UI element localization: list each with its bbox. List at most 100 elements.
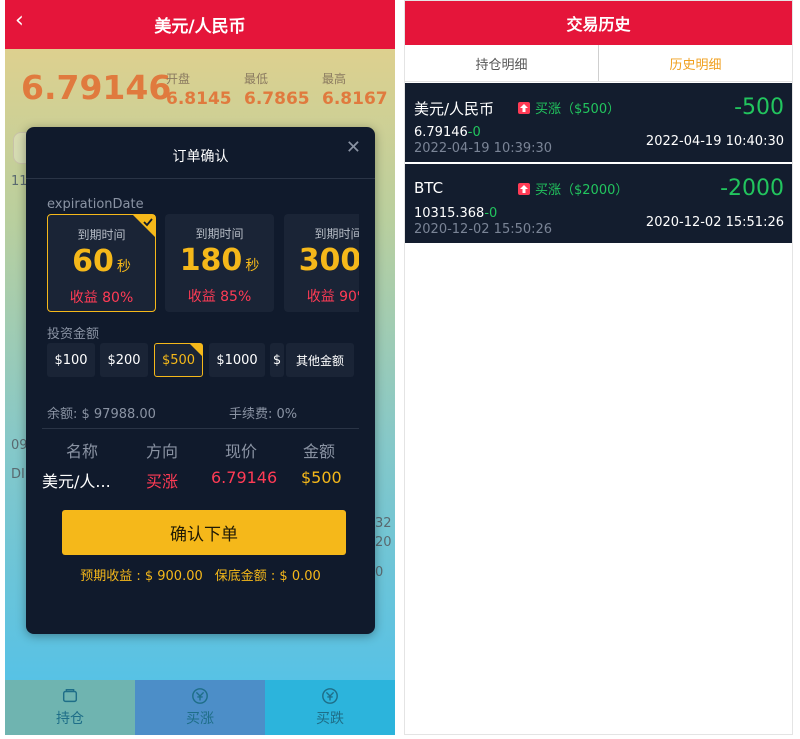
- tab-buy-up[interactable]: 买涨: [135, 680, 265, 735]
- card-seconds: 180: [179, 243, 243, 278]
- order-direction: 买涨: [146, 472, 179, 491]
- record-pnl: -500: [734, 95, 784, 120]
- record-symbol: BTC: [414, 179, 444, 197]
- record-direction: 买涨（$2000）: [518, 179, 628, 198]
- selected-corner-icon: [190, 344, 202, 356]
- yen-down-icon: [322, 688, 338, 704]
- trade-history-screen: 交易历史 持仓明细 历史明细 美元/人民币 买涨（$500） -500 6.79…: [404, 0, 793, 735]
- card-unit: 秒: [116, 259, 131, 275]
- order-confirm-modal: 订单确认 ✕ expirationDate 到期时间 60 秒 收益 80% 到期…: [26, 127, 375, 634]
- record-symbol: 美元/人民币: [414, 100, 495, 118]
- amount-option-1000[interactable]: $1000: [209, 343, 265, 377]
- table-header-price: 现价: [225, 442, 258, 461]
- stat-high-label: 最高: [322, 72, 347, 86]
- order-price: 6.79146: [211, 468, 278, 487]
- close-icon[interactable]: ✕: [346, 137, 361, 158]
- amount-option-custom[interactable]: 其他金额: [286, 343, 354, 377]
- card-seconds: 60: [72, 244, 114, 279]
- tab-positions-label: 持仓: [56, 711, 84, 727]
- stat-high: 最高 6.8167: [322, 70, 388, 109]
- expiration-card-180[interactable]: 到期时间 180 秒 收益 85%: [165, 214, 274, 312]
- expiration-card-60[interactable]: 到期时间 60 秒 收益 80%: [47, 214, 156, 312]
- invest-amount-options: $100 $200 $500 $1000 $ 其他金额: [47, 343, 363, 379]
- tab-buy-up-label: 买涨: [186, 711, 214, 727]
- expected-profit: 预期收益 : $ 900.00: [80, 569, 203, 584]
- history-tabs: 持仓明细 历史明细: [405, 45, 792, 82]
- amount-option-100[interactable]: $100: [47, 343, 95, 377]
- selected-check-icon: [133, 215, 155, 237]
- tab-buy-down-label: 买跌: [316, 711, 344, 727]
- record-price-value: 6.79146: [414, 125, 468, 140]
- card-caption: 到期时间: [314, 227, 359, 241]
- record-price: 10315.368-0: [414, 206, 497, 221]
- page-title: 美元/人民币: [154, 17, 246, 37]
- card-profit-rate: 收益 90%: [306, 289, 359, 305]
- background-fragment: 20: [375, 535, 392, 550]
- tab-history-detail[interactable]: 历史明细: [598, 45, 792, 81]
- record-close-time: 2022-04-19 10:40:30: [645, 134, 784, 149]
- modal-divider: [26, 178, 375, 179]
- stat-low: 最低 6.7865: [244, 70, 310, 109]
- amount-option-500[interactable]: $500: [154, 343, 203, 377]
- tab-position-detail[interactable]: 持仓明细: [405, 45, 598, 81]
- order-symbol: 美元/人...: [42, 472, 111, 491]
- record-price-change: -0: [467, 125, 481, 140]
- card-seconds: 300: [298, 243, 359, 278]
- record-price-change: -0: [484, 206, 498, 221]
- table-header-direction: 方向: [146, 442, 179, 461]
- record-price: 6.79146-0: [414, 125, 481, 140]
- tab-positions[interactable]: 持仓: [5, 680, 135, 735]
- history-title: 交易历史: [405, 1, 792, 45]
- expiration-label: expirationDate: [47, 197, 144, 212]
- record-open-time: 2022-04-19 10:39:30: [414, 141, 553, 156]
- record-close-time: 2020-12-02 15:51:26: [645, 215, 784, 230]
- stat-low-value: 6.7865: [244, 89, 310, 109]
- stat-high-value: 6.8167: [322, 89, 388, 109]
- current-price: 6.79146: [21, 68, 172, 107]
- stat-open-label: 开盘: [166, 72, 191, 86]
- background-fragment: 0: [375, 565, 384, 580]
- stat-low-label: 最低: [244, 72, 269, 86]
- table-header-amount: 金额: [303, 442, 336, 461]
- trading-header: ‹ 美元/人民币: [5, 0, 395, 49]
- expiration-card-300[interactable]: 到期时间 300秒 收益 90%: [284, 214, 359, 312]
- yen-up-icon: [192, 688, 208, 704]
- invest-amount-label: 投资金额: [47, 327, 100, 342]
- trading-screen: ‹ 美元/人民币 6.79146 开盘 6.8145 最低 6.7865 最高 …: [5, 0, 395, 735]
- card-caption: 到期时间: [195, 227, 244, 241]
- record-pnl: -2000: [720, 176, 784, 201]
- balance-text: 余额: $ 97988.00: [47, 407, 156, 422]
- bottom-tabbar: 持仓 买涨 买跌: [5, 680, 395, 735]
- amount-option-200[interactable]: $200: [100, 343, 148, 377]
- amount-option-partial[interactable]: $: [270, 343, 284, 377]
- tab-buy-down[interactable]: 买跌: [265, 680, 395, 735]
- history-record[interactable]: BTC 买涨（$2000） -2000 10315.368-0 2020-12-…: [405, 164, 792, 243]
- confirm-order-button[interactable]: 确认下单: [62, 510, 346, 555]
- arrow-up-icon: [518, 182, 530, 195]
- stat-open-value: 6.8145: [166, 89, 232, 109]
- card-profit-rate: 收益 80%: [69, 290, 134, 306]
- fee-text: 手续费: 0%: [229, 407, 298, 422]
- record-open-time: 2020-12-02 15:50:26: [414, 222, 553, 237]
- wallet-icon: [62, 688, 78, 703]
- expiration-options: 到期时间 60 秒 收益 80% 到期时间 180 秒 收益 85% 到期时间 30…: [47, 214, 359, 314]
- card-unit: 秒: [245, 258, 260, 274]
- arrow-up-icon: [518, 101, 530, 114]
- record-direction-label: 买涨（$500）: [535, 102, 621, 117]
- background-fragment: DI: [11, 467, 25, 482]
- screen: ‹ 美元/人民币 6.79146 开盘 6.8145 最低 6.7865 最高 …: [0, 0, 800, 739]
- background-fragment: 32: [375, 516, 392, 531]
- price-summary: 6.79146 开盘 6.8145 最低 6.7865 最高 6.8167: [21, 60, 391, 110]
- table-header-name: 名称: [66, 442, 99, 461]
- record-direction-label: 买涨（$2000）: [535, 183, 629, 198]
- stat-open: 开盘 6.8145: [166, 70, 232, 109]
- back-icon[interactable]: ‹: [15, 8, 24, 33]
- expected-summary: 预期收益 : $ 900.00 保底金额 : $ 0.00: [26, 565, 375, 584]
- order-amount: $500: [301, 468, 342, 487]
- modal-divider: [42, 428, 359, 429]
- record-direction: 买涨（$500）: [518, 98, 620, 117]
- guarantee-amount: 保底金额 : $ 0.00: [214, 569, 321, 584]
- modal-title: 订单确认: [172, 149, 229, 165]
- history-record[interactable]: 美元/人民币 买涨（$500） -500 6.79146-0 2022-04-1…: [405, 83, 792, 162]
- card-profit-rate: 收益 85%: [187, 289, 252, 305]
